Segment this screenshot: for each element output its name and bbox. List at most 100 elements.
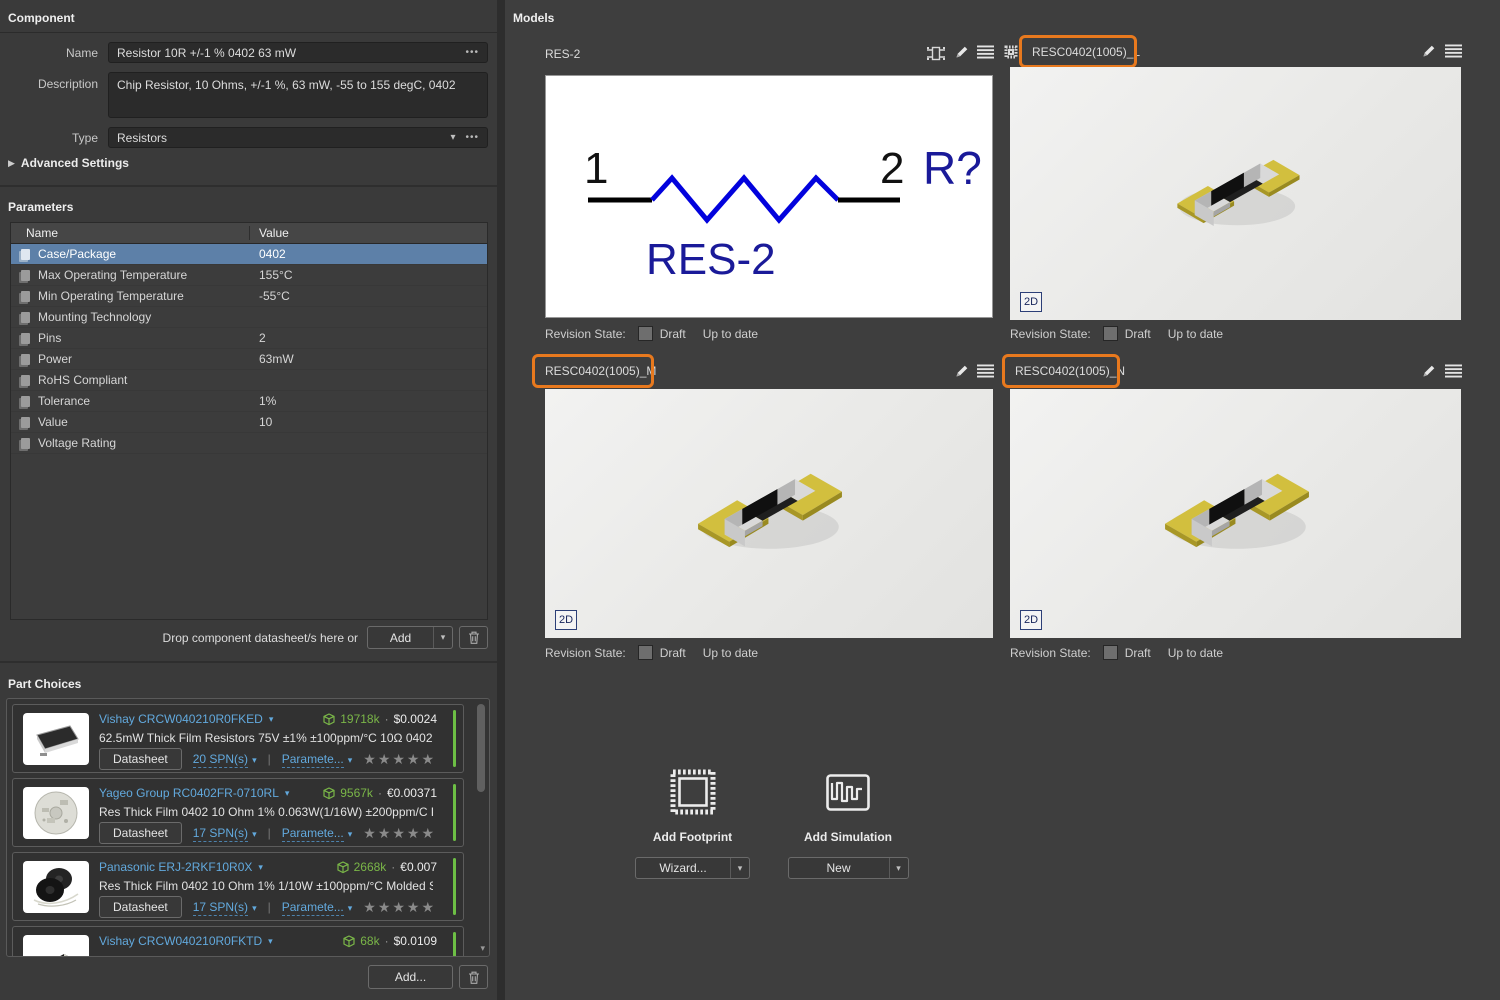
- manufacturer-part-link[interactable]: Vishay CRCW040210R0FKTD: [99, 934, 262, 948]
- parameter-name: Pins: [38, 331, 62, 345]
- pin-mapping-icon[interactable]: [926, 45, 946, 61]
- menu-icon[interactable]: [977, 364, 994, 378]
- scrollbar-thumb[interactable]: [477, 704, 485, 792]
- revision-state-value: Draft: [659, 645, 686, 660]
- add-datasheet-label[interactable]: Add: [368, 627, 433, 648]
- chevron-down-icon[interactable]: ▾: [348, 755, 353, 765]
- type-dropdown-icon[interactable]: ▾: [450, 132, 455, 143]
- name-more-button[interactable]: •••: [465, 47, 479, 58]
- chevron-down-icon[interactable]: ▾: [252, 829, 257, 839]
- parameters-link[interactable]: Paramete...: [281, 826, 344, 842]
- separator: |: [267, 900, 271, 914]
- table-row[interactable]: Mounting Technology: [11, 307, 487, 328]
- scroll-down-icon[interactable]: ▾: [480, 943, 485, 954]
- type-select[interactable]: Resistors ▾ •••: [108, 127, 488, 148]
- delete-part-choice-button[interactable]: [459, 965, 488, 989]
- expand-arrow-icon: ▶: [8, 157, 15, 168]
- datasheet-button[interactable]: Datasheet: [99, 896, 182, 918]
- view-2d-button[interactable]: 2D: [1020, 610, 1042, 630]
- table-row[interactable]: Value 10: [11, 412, 487, 433]
- chevron-down-icon[interactable]: ▾: [258, 862, 263, 873]
- simulation-new-button[interactable]: New ▾: [787, 857, 909, 879]
- chevron-down-icon[interactable]: ▾: [348, 903, 353, 913]
- name-value: Resistor 10R +/-1 % 0402 63 mW: [117, 45, 297, 60]
- footprint-wizard-button[interactable]: Wizard... ▾: [635, 857, 750, 879]
- manufacturer-part-link[interactable]: Panasonic ERJ-2RKF10R0X: [99, 860, 252, 874]
- spn-link[interactable]: 17 SPN(s): [192, 900, 249, 916]
- view-2d-button[interactable]: 2D: [555, 610, 577, 630]
- new-dropdown-icon[interactable]: ▾: [888, 858, 908, 878]
- view-2d-button[interactable]: 2D: [1020, 292, 1042, 312]
- column-header-value[interactable]: Value: [249, 226, 289, 240]
- table-row[interactable]: Case/Package 0402: [11, 244, 487, 265]
- spn-link[interactable]: 17 SPN(s): [192, 826, 249, 842]
- type-more-button[interactable]: •••: [465, 132, 479, 143]
- document-icon: [21, 416, 30, 428]
- datasheet-button[interactable]: Datasheet: [99, 822, 182, 844]
- description-value: Chip Resistor, 10 Ohms, +/-1 %, 63 mW, -…: [117, 78, 456, 92]
- chevron-down-icon[interactable]: ▾: [285, 788, 290, 799]
- chevron-down-icon[interactable]: ▾: [252, 903, 257, 913]
- table-row[interactable]: Max Operating Temperature 155°C: [11, 265, 487, 286]
- part-choice-row[interactable]: Vishay CRCW040210R0FKTD ▾ 68k · $0.0109: [12, 926, 464, 956]
- add-datasheet-button[interactable]: Add ▾: [367, 626, 453, 649]
- table-row[interactable]: Min Operating Temperature -55°C: [11, 286, 487, 307]
- revision-state-label: Revision State:: [1010, 326, 1091, 341]
- part-choice-row[interactable]: Yageo Group RC0402FR-0710RL ▾ 9567k · €0…: [12, 778, 464, 847]
- revision-state-value: Draft: [659, 326, 686, 341]
- footprint-preview[interactable]: 2D: [1010, 67, 1461, 320]
- supply-cube-icon: [323, 712, 335, 725]
- symbol-preview[interactable]: 1 2 R? RES-2: [545, 75, 993, 318]
- part-choice-row[interactable]: Vishay CRCW040210R0FKED ▾ 19718k · $0.00…: [12, 704, 464, 773]
- chevron-down-icon[interactable]: ▾: [269, 714, 274, 725]
- add-datasheet-dropdown-icon[interactable]: ▾: [433, 627, 452, 648]
- footprint-preview[interactable]: 2D: [1010, 389, 1461, 638]
- table-row[interactable]: Power 63mW: [11, 349, 487, 370]
- add-part-choice-button[interactable]: Add...: [368, 965, 453, 989]
- edit-pencil-icon[interactable]: [953, 362, 970, 379]
- unit-price: €0.007: [400, 860, 437, 874]
- table-row[interactable]: Voltage Rating: [11, 433, 487, 454]
- wizard-button-label[interactable]: Wizard...: [636, 858, 730, 878]
- manufacturer-part-link[interactable]: Vishay CRCW040210R0FKED: [99, 712, 263, 726]
- spn-link[interactable]: 20 SPN(s): [192, 752, 249, 768]
- star-rating[interactable]: ★★★★★: [363, 751, 436, 768]
- new-button-label[interactable]: New: [789, 858, 889, 878]
- column-divider[interactable]: [249, 226, 250, 240]
- revision-status: Up to date: [1167, 326, 1224, 341]
- name-field[interactable]: Resistor 10R +/-1 % 0402 63 mW •••: [108, 42, 488, 63]
- add-simulation-block: Add Simulation New ▾: [787, 766, 909, 879]
- datasheet-button[interactable]: Datasheet: [99, 748, 182, 770]
- edit-pencil-icon[interactable]: [1420, 42, 1437, 59]
- parameters-link[interactable]: Paramete...: [281, 752, 344, 768]
- table-row[interactable]: RoHS Compliant: [11, 370, 487, 391]
- star-rating[interactable]: ★★★★★: [363, 825, 436, 842]
- menu-icon[interactable]: [1445, 364, 1462, 378]
- part-choice-row[interactable]: Panasonic ERJ-2RKF10R0X ▾ 2668k · €0.007…: [12, 852, 464, 921]
- parameter-name: Tolerance: [38, 394, 91, 408]
- wizard-dropdown-icon[interactable]: ▾: [730, 858, 749, 878]
- column-header-name[interactable]: Name: [11, 226, 249, 240]
- part-image: [23, 861, 89, 913]
- description-field[interactable]: Chip Resistor, 10 Ohms, +/-1 %, 63 mW, -…: [108, 72, 488, 118]
- table-row[interactable]: Tolerance 1%: [11, 391, 487, 412]
- menu-icon[interactable]: [977, 45, 994, 59]
- chevron-down-icon[interactable]: ▾: [252, 755, 257, 765]
- footprint-title: RESC0402(1005)_L: [1032, 45, 1141, 59]
- advanced-settings-toggle[interactable]: ▶ Advanced Settings: [8, 156, 129, 170]
- chevron-down-icon[interactable]: ▾: [348, 829, 353, 839]
- footprint-preview[interactable]: 2D: [545, 389, 993, 638]
- menu-icon[interactable]: [1445, 44, 1462, 58]
- star-rating[interactable]: ★★★★★: [363, 899, 436, 916]
- parameters-table-header[interactable]: Name Value: [11, 223, 487, 244]
- manufacturer-part-link[interactable]: Yageo Group RC0402FR-0710RL: [99, 786, 279, 800]
- chevron-down-icon[interactable]: ▾: [268, 936, 273, 947]
- dot-separator: ·: [377, 786, 382, 800]
- edit-pencil-icon[interactable]: [1420, 362, 1437, 379]
- component-section-title: Component: [8, 11, 75, 25]
- parameters-link[interactable]: Paramete...: [281, 900, 344, 916]
- table-row[interactable]: Pins 2: [11, 328, 487, 349]
- edit-pencil-icon[interactable]: [953, 43, 970, 60]
- symbol-title: RES-2: [545, 47, 581, 61]
- delete-datasheet-button[interactable]: [459, 626, 488, 649]
